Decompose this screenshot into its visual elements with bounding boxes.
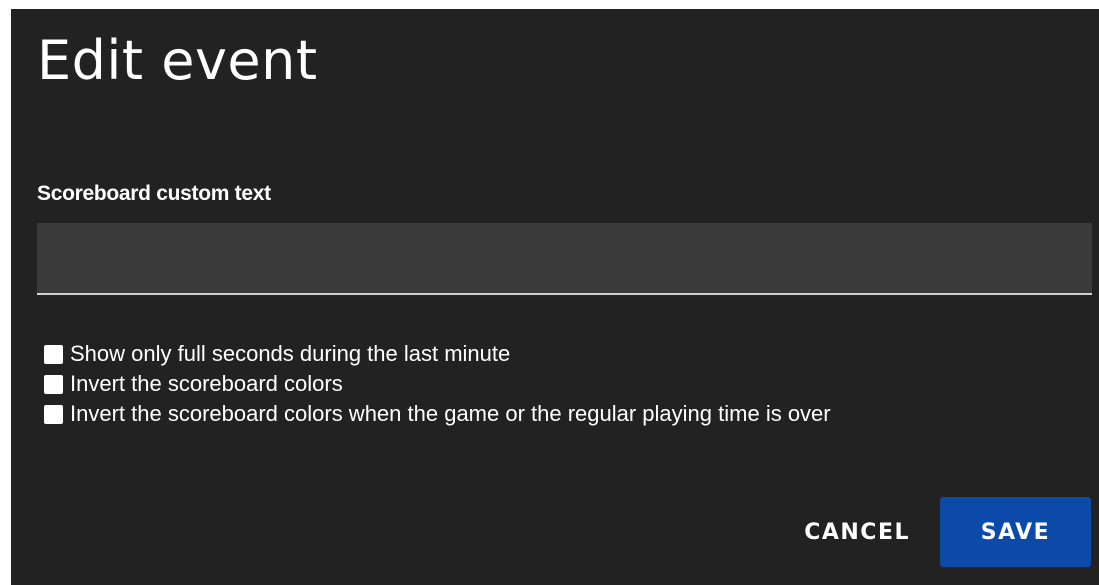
save-button[interactable]: SAVE	[940, 497, 1091, 567]
option-full-seconds[interactable]: Show only full seconds during the last m…	[44, 339, 831, 369]
option-invert-colors[interactable]: Invert the scoreboard colors	[44, 369, 831, 399]
edit-event-dialog: Edit event Scoreboard custom text Show o…	[11, 9, 1099, 585]
scoreboard-custom-text-label: Scoreboard custom text	[37, 182, 271, 205]
scoreboard-custom-text-input[interactable]	[37, 223, 1092, 295]
option-invert-colors-game-over[interactable]: Invert the scoreboard colors when the ga…	[44, 399, 831, 429]
invert-colors-game-over-checkbox[interactable]	[44, 404, 63, 424]
full-seconds-checkbox[interactable]	[44, 344, 63, 364]
invert-colors-game-over-label: Invert the scoreboard colors when the ga…	[70, 401, 831, 426]
dialog-actions: CANCEL SAVE	[774, 497, 1091, 567]
invert-colors-checkbox[interactable]	[44, 374, 63, 394]
dialog-title: Edit event	[37, 29, 318, 92]
invert-colors-label: Invert the scoreboard colors	[70, 371, 343, 396]
full-seconds-label: Show only full seconds during the last m…	[70, 341, 511, 366]
options-list: Show only full seconds during the last m…	[44, 339, 831, 429]
cancel-button[interactable]: CANCEL	[774, 497, 940, 567]
